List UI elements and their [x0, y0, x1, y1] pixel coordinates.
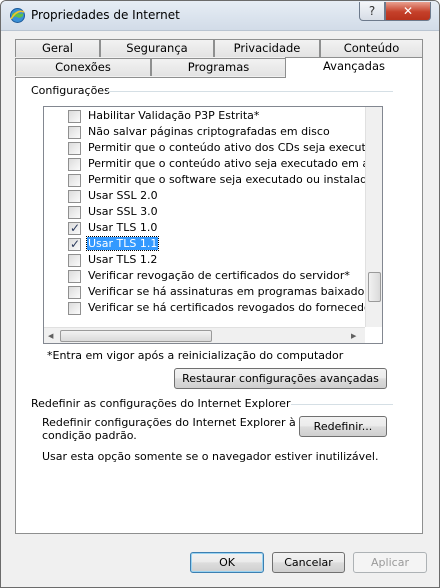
settings-group-label: Configurações	[31, 84, 110, 97]
help-button[interactable]: ?	[359, 2, 385, 21]
apply-button-label: Aplicar	[371, 556, 409, 569]
setting-checkbox[interactable]	[68, 254, 81, 267]
tab-conteudo[interactable]: Conteúdo	[320, 39, 423, 57]
setting-label: Habilitar Validação P3P Estrita*	[88, 109, 260, 122]
setting-row[interactable]: Verificar revogação de certificados do s…	[44, 268, 364, 284]
setting-label: Permitir que o conteúdo ativo dos CDs se…	[88, 141, 383, 154]
setting-row[interactable]: Permitir que o software seja executado o…	[44, 172, 382, 188]
tab-label: Privacidade	[233, 41, 301, 55]
vertical-scroll-thumb[interactable]	[368, 272, 381, 302]
setting-row[interactable]: ✓ Usar TLS 1.1	[44, 236, 364, 252]
setting-checkbox[interactable]: ✓	[68, 237, 81, 251]
close-icon: ✕	[402, 4, 414, 18]
internet-properties-window: Propriedades de Internet ? ✕ Geral Segur…	[0, 0, 440, 588]
tab-label: Programas	[187, 60, 250, 74]
setting-row[interactable]: Usar SSL 2.0	[44, 188, 364, 204]
reset-group-label: Redefinir as configurações do Internet E…	[31, 397, 291, 410]
setting-checkbox[interactable]	[68, 302, 81, 315]
setting-label: Usar SSL 3.0	[88, 205, 158, 218]
tab-avancadas[interactable]: Avançadas	[285, 57, 423, 78]
cancel-button[interactable]: Cancelar	[272, 552, 345, 573]
setting-label: Permitir que o software seja executado o…	[88, 173, 383, 186]
tab-label: Conexões	[55, 60, 111, 74]
reset-usage-note: Usar esta opção somente se o navegador e…	[42, 450, 379, 463]
checkmark-icon: ✓	[70, 237, 81, 251]
close-button[interactable]: ✕	[385, 2, 431, 21]
setting-checkbox[interactable]	[68, 286, 81, 299]
setting-checkbox[interactable]: ✓	[68, 221, 81, 235]
tab-privacidade[interactable]: Privacidade	[214, 39, 320, 57]
reset-button[interactable]: Redefinir...	[299, 416, 387, 437]
horizontal-scrollbar[interactable]: ◀ ▶	[44, 327, 365, 343]
horizontal-scroll-thumb[interactable]	[60, 330, 212, 342]
vertical-scrollbar[interactable]	[365, 107, 382, 327]
setting-checkbox[interactable]	[68, 206, 81, 219]
setting-row[interactable]: Habilitar Validação P3P Estrita*	[44, 108, 364, 124]
window-title: Propriedades de Internet	[31, 8, 180, 22]
setting-row[interactable]: Permitir que o conteúdo ativo seja execu…	[44, 156, 382, 172]
reset-description-line2: condição padrão.	[42, 429, 137, 442]
ok-button[interactable]: OK	[190, 552, 264, 573]
reset-description-line1: Redefinir configurações do Internet Expl…	[42, 416, 296, 429]
setting-checkbox[interactable]	[68, 270, 81, 283]
reset-group-divider	[291, 404, 393, 405]
setting-label: Não salvar páginas criptografadas em dis…	[88, 125, 330, 138]
settings-group-divider	[107, 91, 393, 92]
setting-label: Usar TLS 1.2	[88, 253, 158, 266]
setting-row[interactable]: Verificar se há assinaturas em programas…	[44, 284, 370, 300]
tab-programas[interactable]: Programas	[151, 58, 286, 76]
internet-globe-icon	[10, 8, 25, 23]
settings-list[interactable]: Habilitar Validação P3P Estrita* Não salv…	[43, 106, 383, 344]
setting-label: Usar TLS 1.0	[88, 221, 158, 234]
cancel-button-label: Cancelar	[284, 556, 333, 569]
title-bar[interactable]: Propriedades de Internet ? ✕	[1, 1, 439, 31]
tab-label: Geral	[42, 41, 73, 55]
setting-checkbox[interactable]	[68, 142, 81, 155]
setting-label: Permitir que o conteúdo ativo seja execu…	[88, 157, 383, 170]
restart-note: *Entra em vigor após a reinicialização d…	[47, 349, 344, 362]
setting-row[interactable]: Não salvar páginas criptografadas em dis…	[44, 124, 364, 140]
setting-checkbox[interactable]	[68, 110, 81, 123]
ok-button-label: OK	[219, 556, 235, 569]
setting-row[interactable]: Verificar se há certificados revogados d…	[44, 300, 375, 316]
restore-button-label: Restaurar configurações avançadas	[182, 372, 379, 385]
tab-geral[interactable]: Geral	[15, 39, 100, 57]
apply-button[interactable]: Aplicar	[353, 552, 427, 573]
setting-label: Verificar se há certificados revogados d…	[88, 301, 376, 314]
setting-label: Usar TLS 1.1	[85, 236, 160, 251]
tab-conexoes[interactable]: Conexões	[15, 58, 151, 76]
scroll-right-arrow-icon[interactable]: ▶	[351, 332, 356, 340]
setting-checkbox[interactable]	[68, 190, 81, 203]
tab-seguranca[interactable]: Segurança	[100, 39, 214, 57]
help-icon: ?	[368, 4, 376, 18]
tab-label: Avançadas	[322, 59, 386, 73]
setting-checkbox[interactable]	[68, 126, 81, 139]
setting-row[interactable]: ✓ Usar TLS 1.0	[44, 220, 364, 236]
restore-advanced-settings-button[interactable]: Restaurar configurações avançadas	[174, 368, 387, 389]
setting-checkbox[interactable]	[68, 158, 81, 171]
scroll-left-arrow-icon[interactable]: ◀	[48, 332, 53, 340]
tab-label: Conteúdo	[343, 41, 400, 55]
setting-label: Verificar se há assinaturas em programas…	[88, 285, 371, 298]
setting-row[interactable]: Usar TLS 1.2	[44, 252, 364, 268]
setting-label: Verificar revogação de certificados do s…	[88, 269, 350, 282]
setting-checkbox[interactable]	[68, 174, 81, 187]
setting-row[interactable]: Permitir que o conteúdo ativo dos CDs se…	[44, 140, 382, 156]
setting-label: Usar SSL 2.0	[88, 189, 158, 202]
setting-row[interactable]: Usar SSL 3.0	[44, 204, 364, 220]
reset-button-label: Redefinir...	[313, 420, 373, 433]
checkmark-icon: ✓	[70, 221, 81, 235]
tab-label: Segurança	[126, 41, 188, 55]
